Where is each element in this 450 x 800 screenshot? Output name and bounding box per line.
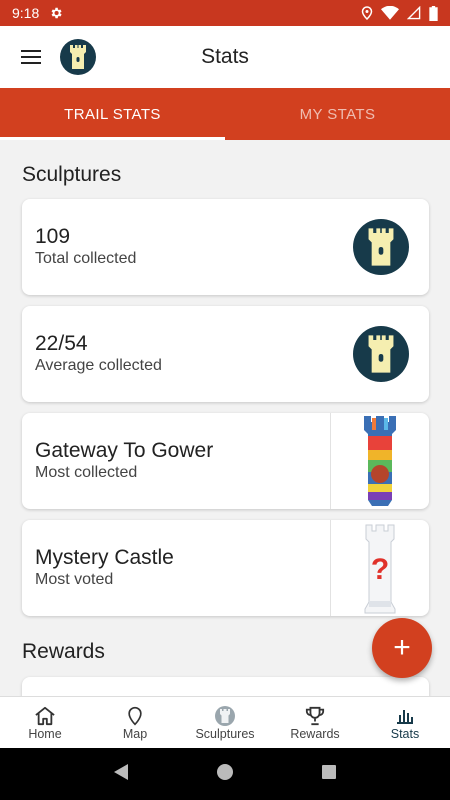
nav-map[interactable]: Map: [90, 697, 180, 748]
bottom-navigation: Home Map Sculptures Rewards Stats: [0, 696, 450, 748]
status-bar: 9:18: [0, 0, 450, 26]
trophy-icon: [304, 705, 326, 727]
back-triangle-icon: [114, 763, 129, 780]
nav-label: Sculptures: [195, 726, 255, 741]
stat-label: Average collected: [35, 357, 162, 375]
stat-label: Most voted: [35, 571, 114, 589]
back-button[interactable]: [113, 763, 129, 786]
recents-button[interactable]: [321, 764, 337, 785]
add-fab-button[interactable]: +: [372, 618, 432, 678]
plus-icon: +: [393, 631, 411, 664]
tab-bar: TRAIL STATS MY STATS: [0, 88, 450, 140]
castle-tower-icon: [215, 705, 235, 727]
tab-my-stats[interactable]: MY STATS: [225, 88, 450, 140]
home-system-button[interactable]: [216, 763, 234, 786]
system-navigation-bar: [0, 748, 450, 800]
section-title-sculptures: Sculptures: [22, 163, 122, 186]
hamburger-menu-icon: [21, 50, 41, 64]
status-time: 9:18: [12, 5, 40, 21]
section-title-rewards: Rewards: [22, 640, 105, 663]
map-pin-icon: [127, 705, 143, 727]
castle-tower-icon: [368, 335, 394, 373]
bar-chart-icon: [396, 705, 414, 727]
sculpture-name: Gateway To Gower: [35, 439, 214, 463]
stat-value: 22/54: [35, 332, 88, 356]
stat-card-total-collected: 109 Total collected: [22, 199, 429, 295]
mystery-castle-thumbnail: ?: [330, 520, 429, 616]
svg-text:?: ?: [371, 553, 389, 586]
nav-sculptures[interactable]: Sculptures: [180, 697, 270, 748]
castle-tower-badge: [353, 219, 409, 275]
sculpture-thumbnail: [330, 413, 429, 509]
nav-home[interactable]: Home: [0, 697, 90, 748]
menu-button[interactable]: [0, 26, 62, 88]
nav-label: Rewards: [290, 726, 340, 741]
tab-trail-stats[interactable]: TRAIL STATS: [0, 88, 225, 140]
signal-icon: [407, 6, 421, 20]
nav-rewards[interactable]: Rewards: [270, 697, 360, 748]
stat-label: Most collected: [35, 464, 138, 482]
nav-stats[interactable]: Stats: [360, 697, 450, 748]
castle-tower-icon: [368, 228, 394, 266]
app-bar: Stats: [0, 26, 450, 88]
sculpture-name: Mystery Castle: [35, 546, 174, 570]
home-circle-icon: [216, 763, 233, 780]
stat-value: 109: [35, 225, 71, 249]
castle-tower-icon: [70, 45, 86, 69]
stat-card-most-collected[interactable]: Gateway To Gower Most collected: [22, 413, 429, 509]
stat-card-average-collected: 22/54 Average collected: [22, 306, 429, 402]
castle-tower-badge: [353, 326, 409, 382]
status-icons: [361, 5, 438, 21]
nav-label: Map: [122, 726, 148, 741]
location-icon: [361, 6, 373, 20]
recents-square-icon: [321, 764, 336, 779]
nav-label: Home: [28, 726, 62, 741]
stat-label: Total collected: [35, 250, 137, 268]
stats-content[interactable]: Sculptures 109 Total collected 22/54 Ave…: [0, 140, 450, 696]
battery-icon: [429, 5, 438, 21]
nav-label: Stats: [390, 726, 420, 741]
wifi-icon: [381, 6, 399, 20]
app-logo: [60, 39, 96, 75]
settings-gear-icon: [49, 6, 63, 20]
stat-card-most-voted[interactable]: Mystery Castle Most voted ?: [22, 520, 429, 616]
home-icon: [34, 705, 56, 727]
rewards-card[interactable]: [22, 677, 429, 696]
